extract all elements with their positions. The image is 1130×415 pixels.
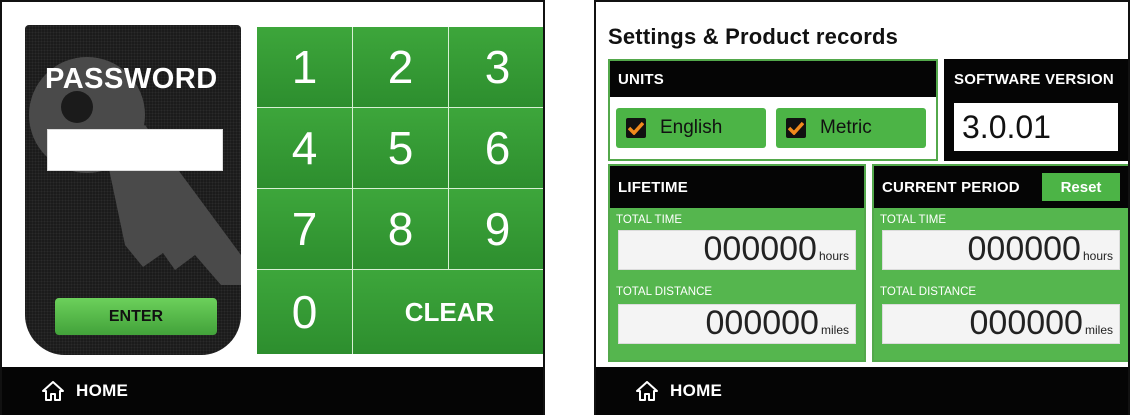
key-2[interactable]: 2 bbox=[353, 27, 449, 108]
metric-label: Metric bbox=[820, 117, 872, 138]
lifetime-total-time-readout: 000000 hours bbox=[618, 230, 856, 270]
clear-button[interactable]: CLEAR bbox=[353, 270, 543, 354]
current-period-panel: CURRENT PERIOD Reset TOTAL TIME 000000 h… bbox=[872, 164, 1128, 362]
current-total-distance-label: TOTAL DISTANCE bbox=[880, 286, 977, 298]
lifetime-panel: LIFETIME TOTAL TIME 000000 hours TOTAL D… bbox=[608, 164, 866, 362]
checkbox-checked-icon bbox=[626, 118, 646, 138]
current-total-time-unit: hours bbox=[1082, 249, 1113, 263]
password-title: PASSWORD bbox=[45, 63, 218, 95]
english-toggle[interactable]: English bbox=[616, 108, 766, 148]
key-5[interactable]: 5 bbox=[353, 108, 449, 189]
current-period-title: CURRENT PERIOD bbox=[882, 178, 1020, 196]
lifetime-total-distance-value: 000000 bbox=[705, 304, 819, 342]
current-total-distance-readout: 000000 miles bbox=[882, 304, 1120, 344]
current-total-distance-value: 000000 bbox=[969, 304, 1083, 342]
lifetime-total-distance-unit: miles bbox=[820, 323, 849, 337]
units-panel: UNITS English Metric bbox=[608, 59, 938, 161]
software-version-panel: SOFTWARE VERSION 3.0.01 bbox=[944, 59, 1128, 161]
home-label: HOME bbox=[670, 381, 723, 400]
key-9[interactable]: 9 bbox=[449, 189, 543, 270]
current-period-body: TOTAL TIME 000000 hours TOTAL DISTANCE 0… bbox=[874, 208, 1128, 360]
english-label: English bbox=[660, 117, 723, 138]
lifetime-total-time-label: TOTAL TIME bbox=[616, 214, 683, 226]
settings-screen: Settings & Product records UNITS English… bbox=[594, 0, 1130, 415]
lifetime-total-time-value: 000000 bbox=[703, 230, 817, 268]
lifetime-header: LIFETIME bbox=[610, 166, 864, 208]
current-total-distance-unit: miles bbox=[1084, 323, 1113, 337]
key-0[interactable]: 0 bbox=[257, 270, 353, 354]
lifetime-total-time-unit: hours bbox=[818, 249, 849, 263]
metric-toggle[interactable]: Metric bbox=[776, 108, 926, 148]
password-input[interactable] bbox=[47, 129, 223, 171]
key-8[interactable]: 8 bbox=[353, 189, 449, 270]
password-screen: PASSWORD ENTER 1 2 3 4 5 6 7 8 9 0 CLEAR… bbox=[0, 0, 545, 415]
numeric-keypad: 1 2 3 4 5 6 7 8 9 0 CLEAR bbox=[257, 27, 543, 354]
home-nav-button[interactable]: HOME bbox=[596, 367, 1128, 415]
lifetime-total-distance-readout: 000000 miles bbox=[618, 304, 856, 344]
key-7[interactable]: 7 bbox=[257, 189, 353, 270]
home-nav-button[interactable]: HOME bbox=[2, 367, 543, 415]
page-title: Settings & Product records bbox=[608, 24, 899, 49]
checkbox-checked-icon bbox=[786, 118, 806, 138]
current-total-time-label: TOTAL TIME bbox=[880, 214, 947, 226]
software-version-header: SOFTWARE VERSION bbox=[946, 61, 1128, 97]
units-header: UNITS bbox=[610, 61, 936, 97]
current-total-time-readout: 000000 hours bbox=[882, 230, 1120, 270]
home-icon bbox=[636, 381, 658, 401]
current-period-header: CURRENT PERIOD Reset bbox=[874, 166, 1128, 208]
key-4[interactable]: 4 bbox=[257, 108, 353, 189]
software-version-value: 3.0.01 bbox=[954, 103, 1118, 151]
enter-button[interactable]: ENTER bbox=[55, 298, 217, 335]
home-icon bbox=[42, 381, 64, 401]
reset-button[interactable]: Reset bbox=[1042, 173, 1120, 201]
key-1[interactable]: 1 bbox=[257, 27, 353, 108]
lifetime-total-distance-label: TOTAL DISTANCE bbox=[616, 286, 713, 298]
current-total-time-value: 000000 bbox=[967, 230, 1081, 268]
key-6[interactable]: 6 bbox=[449, 108, 543, 189]
password-panel: PASSWORD ENTER bbox=[25, 25, 241, 355]
key-3[interactable]: 3 bbox=[449, 27, 543, 108]
lifetime-body: TOTAL TIME 000000 hours TOTAL DISTANCE 0… bbox=[610, 208, 864, 360]
home-label: HOME bbox=[76, 381, 129, 400]
